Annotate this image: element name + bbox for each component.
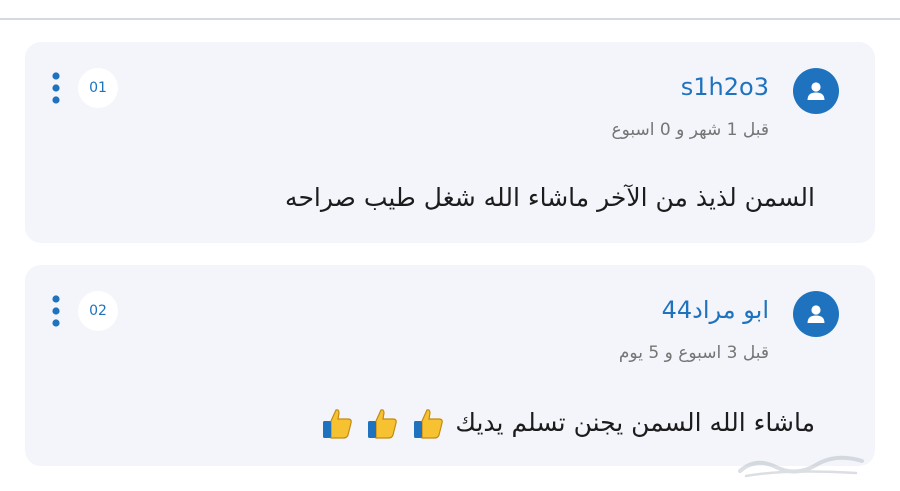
comment-number-badge: 02 bbox=[78, 291, 118, 331]
comment-card: 01 s1h2o3 قبل 1 شهر و 0 اسبوع السمن لذيذ… bbox=[25, 42, 875, 243]
comment-timestamp: قبل 3 اسبوع و 5 يوم bbox=[618, 343, 769, 363]
comment-timestamp: قبل 1 شهر و 0 اسبوع bbox=[611, 120, 769, 140]
more-vertical-icon[interactable] bbox=[51, 294, 61, 328]
more-vertical-icon[interactable] bbox=[51, 71, 61, 105]
user-icon[interactable] bbox=[793, 291, 839, 337]
comment-username[interactable]: s1h2o3 bbox=[681, 73, 769, 101]
comment-username[interactable]: ابو مراد44 bbox=[662, 296, 769, 324]
thumbs-up-icon bbox=[368, 409, 398, 439]
watermark-logo bbox=[738, 455, 864, 478]
user-icon[interactable] bbox=[793, 68, 839, 114]
comment-card: 02 ابو مراد44 قبل 3 اسبوع و 5 يوم ماشاء … bbox=[25, 265, 875, 466]
thumbs-up-icon bbox=[322, 409, 352, 439]
emoji-row bbox=[318, 408, 448, 439]
comment-number-badge: 01 bbox=[78, 68, 118, 108]
comment-text: السمن لذيذ من الآخر ماشاء الله شغل طيب ص… bbox=[285, 183, 815, 212]
thumbs-up-icon bbox=[414, 409, 444, 439]
comment-text: ماشاء الله السمن يجنن تسلم يديك bbox=[318, 406, 815, 442]
top-divider bbox=[0, 18, 900, 20]
comment-text-content: ماشاء الله السمن يجنن تسلم يديك bbox=[455, 408, 815, 437]
